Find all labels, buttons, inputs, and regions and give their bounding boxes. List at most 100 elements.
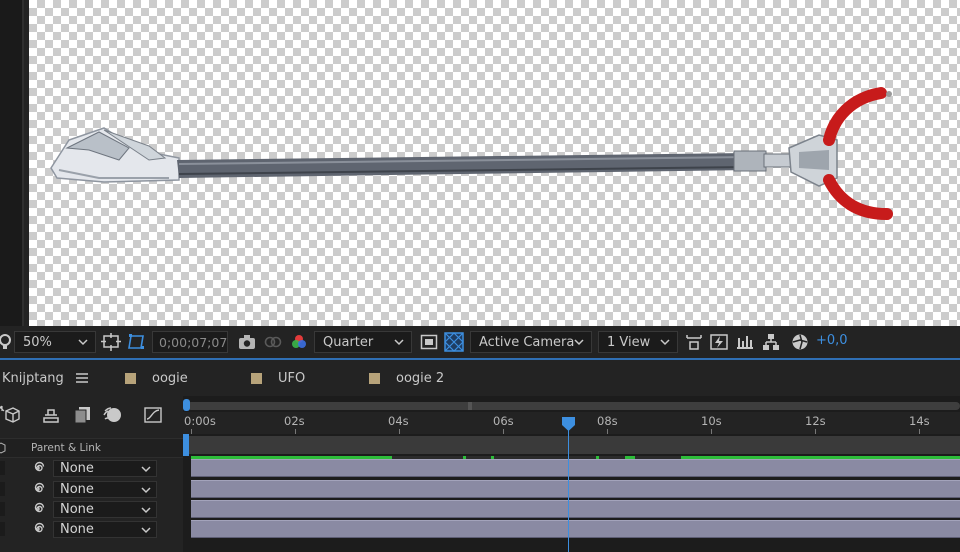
layer-switch-stub: [0, 461, 5, 475]
parent-value: None: [60, 482, 94, 497]
snapshot-camera-icon[interactable]: [236, 331, 258, 353]
ruler-tick: [399, 429, 400, 434]
parent-value: None: [60, 502, 94, 517]
pick-whip-icon[interactable]: [31, 522, 45, 536]
pick-whip-icon[interactable]: [31, 482, 45, 496]
layer-row[interactable]: None: [0, 458, 183, 478]
parent-link-column-header[interactable]: Parent & Link: [31, 442, 101, 454]
composition-canvas[interactable]: [29, 0, 960, 326]
work-area-start-handle[interactable]: [183, 434, 189, 456]
pick-whip-icon[interactable]: [31, 461, 45, 475]
current-time-indicator-head[interactable]: [561, 416, 576, 432]
zoom-value: 50%: [23, 334, 52, 350]
ruler-label: 06s: [493, 414, 514, 428]
ruler-label: 02s: [284, 414, 305, 428]
region-of-interest-icon[interactable]: [418, 331, 440, 353]
safe-margins-icon[interactable]: [100, 331, 122, 353]
chevron-down-icon: [141, 487, 151, 494]
panel-menu-icon[interactable]: [75, 373, 88, 383]
label-color-swatch: [369, 372, 380, 384]
parent-dropdown[interactable]: None: [53, 501, 157, 518]
tab-label: UFO: [278, 370, 306, 386]
tab-label: Knijptang: [2, 370, 64, 386]
timeline-icon[interactable]: [734, 331, 756, 353]
ruler-tick: [815, 429, 816, 434]
view-layout-dropdown[interactable]: 1 View: [598, 331, 678, 353]
reset-exposure-icon[interactable]: [789, 331, 811, 353]
ruler-label: 12s: [805, 414, 826, 428]
mask-visibility-icon[interactable]: [126, 331, 148, 353]
camera-view-dropdown[interactable]: Active Camera: [470, 331, 592, 353]
time-navigator-start-handle[interactable]: [183, 399, 190, 411]
chevron-down-icon: [141, 466, 151, 473]
tab-ufo[interactable]: UFO: [251, 369, 305, 387]
motion-blur-icon[interactable]: [102, 404, 124, 426]
layer-duration-bar[interactable]: [191, 480, 960, 498]
chevron-down-icon: [141, 527, 151, 534]
composition-viewer[interactable]: [0, 0, 960, 326]
tab-label: oogie 2: [396, 370, 445, 386]
draft-3d-icon[interactable]: [0, 404, 20, 426]
flowchart-icon[interactable]: [760, 331, 782, 353]
graph-editor-icon[interactable]: [142, 404, 164, 426]
layer-row[interactable]: None: [0, 499, 183, 519]
3d-layer-column-icon: [0, 442, 6, 454]
viewer-side-gutter: [0, 0, 24, 326]
zoom-dropdown[interactable]: 50%: [14, 331, 96, 353]
ruler-label: 0:00s: [184, 414, 216, 428]
parent-dropdown[interactable]: None: [53, 460, 157, 477]
chevron-down-icon: [141, 507, 151, 514]
time-navigator-center-marker: [468, 402, 472, 410]
rgb-channels-icon[interactable]: [288, 331, 310, 353]
timeline-panel: Parent & Link None None None None 0:00s …: [0, 396, 960, 552]
layer-duration-bar[interactable]: [191, 459, 960, 477]
view-layout-value: 1 View: [607, 334, 651, 350]
work-area-bar[interactable]: [187, 436, 960, 454]
time-navigator[interactable]: [187, 402, 960, 410]
current-time-indicator-line[interactable]: [568, 423, 569, 552]
show-snapshot-icon[interactable]: [262, 331, 284, 353]
pick-whip-icon[interactable]: [31, 502, 45, 516]
layer-switch-stub: [0, 502, 5, 516]
tab-label: oogie: [152, 370, 188, 386]
toggle-pixel-aspect-icon[interactable]: [683, 331, 705, 353]
ruler-label: 14s: [909, 414, 930, 428]
ruler-tick: [191, 429, 192, 434]
timeline-tab-bar: Knijptang oogie UFO oogie 2: [0, 360, 960, 396]
resolution-value: Quarter: [323, 334, 374, 350]
layer-duration-bar[interactable]: [191, 500, 960, 518]
ruler-label: 08s: [597, 414, 618, 428]
fast-previews-icon[interactable]: [708, 331, 730, 353]
layer-switch-stub: [0, 482, 5, 496]
frame-blending-icon[interactable]: [71, 404, 93, 426]
timeline-graph-area[interactable]: 0:00s 02s 04s 06s 08s 10s 12s 14s: [183, 396, 960, 552]
chevron-down-icon: [78, 339, 88, 346]
parent-dropdown[interactable]: None: [53, 481, 157, 498]
ruler-tick: [503, 429, 504, 434]
ruler-tick: [919, 429, 920, 434]
chevron-down-icon: [394, 339, 404, 346]
layer-row[interactable]: None: [0, 479, 183, 499]
ruler-label: 10s: [701, 414, 722, 428]
label-color-swatch: [125, 372, 136, 384]
parent-value: None: [60, 461, 94, 476]
layer-duration-bar[interactable]: [191, 520, 960, 538]
tab-oogie[interactable]: oogie: [125, 369, 188, 387]
layer-switch-stub: [0, 522, 5, 536]
viewer-toolbar: 50% 0;00;07;07 Quarter Active Camera 1 V…: [0, 326, 960, 360]
tab-knijptang[interactable]: Knijptang: [2, 369, 88, 387]
exposure-value[interactable]: +0,0: [816, 333, 848, 348]
reacher-grabber-image: [50, 87, 893, 220]
ruler-tick: [295, 429, 296, 434]
hide-shy-layers-icon[interactable]: [40, 404, 62, 426]
parent-dropdown[interactable]: None: [53, 521, 157, 538]
camera-view-value: Active Camera: [479, 334, 575, 350]
tab-oogie-2[interactable]: oogie 2: [369, 369, 444, 387]
parent-value: None: [60, 522, 94, 537]
layer-row[interactable]: None: [0, 519, 183, 539]
resolution-dropdown[interactable]: Quarter: [314, 331, 412, 353]
chevron-down-icon: [660, 339, 670, 346]
layer-column-header: Parent & Link: [0, 438, 183, 458]
current-time-display[interactable]: 0;00;07;07: [152, 331, 228, 353]
transparency-grid-icon[interactable]: [443, 331, 465, 353]
